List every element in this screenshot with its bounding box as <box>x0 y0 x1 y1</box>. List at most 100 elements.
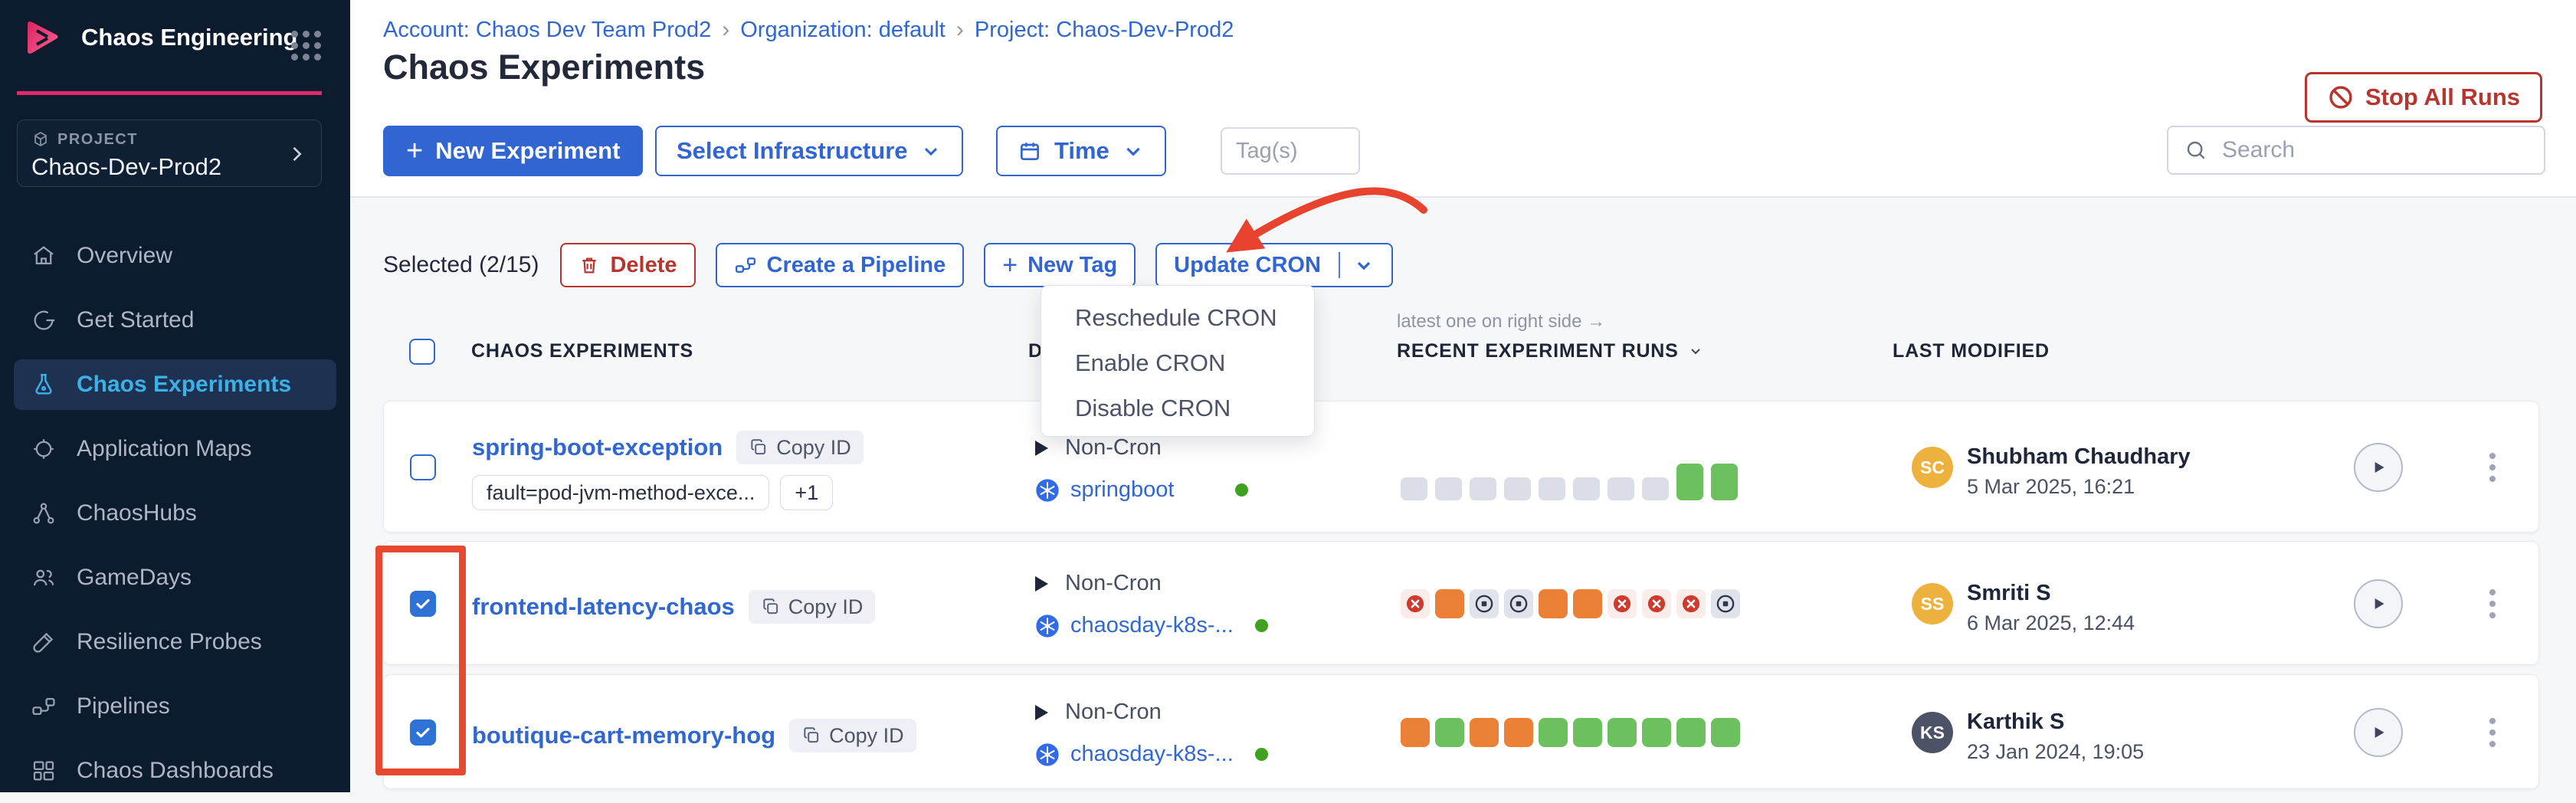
sidebar-item-get-started[interactable]: Get Started <box>0 288 350 352</box>
infrastructure-link[interactable]: chaosday-k8s-... <box>1070 742 1234 767</box>
tag-more-pill[interactable]: +1 <box>780 475 833 510</box>
run-status-running[interactable] <box>1504 718 1533 747</box>
run-status-completed[interactable] <box>1642 718 1671 747</box>
sidebar-item-application-maps[interactable]: Application Maps <box>0 417 350 481</box>
run-status-running[interactable] <box>1401 718 1430 747</box>
run-status-stopped[interactable] <box>1470 589 1499 618</box>
play-icon <box>2368 723 2388 742</box>
new-experiment-button[interactable]: + New Experiment <box>383 126 643 176</box>
run-status-none[interactable] <box>1573 477 1600 500</box>
run-status-none[interactable] <box>1504 477 1531 500</box>
expand-triangle-icon[interactable] <box>1035 576 1048 592</box>
run-status-none[interactable] <box>1608 477 1634 500</box>
chevron-down-icon[interactable] <box>1686 342 1705 360</box>
breadcrumb-project-link[interactable]: Project: Chaos-Dev-Prod2 <box>975 18 1234 43</box>
delete-button[interactable]: Delete <box>560 243 695 287</box>
tag-pill[interactable]: fault=pod-jvm-method-exce... <box>472 475 769 510</box>
sidebar-item-chaoshubs[interactable]: ChaosHubs <box>0 481 350 546</box>
expand-triangle-icon[interactable] <box>1035 441 1048 456</box>
run-status-none[interactable] <box>1435 477 1462 500</box>
sidebar-item-chaos-dashboards[interactable]: Chaos Dashboards <box>0 739 350 803</box>
experiment-name-link[interactable]: frontend-latency-chaos <box>472 593 735 621</box>
run-status-completed[interactable] <box>1711 718 1740 747</box>
select-all-checkbox[interactable] <box>409 339 435 365</box>
sidebar-item-chaos-experiments[interactable]: Chaos Experiments <box>14 359 336 410</box>
run-status-running[interactable] <box>1573 589 1602 618</box>
stop-all-runs-button[interactable]: Stop All Runs <box>2305 72 2542 123</box>
delete-label: Delete <box>610 253 677 278</box>
run-status-failed[interactable] <box>1676 589 1706 618</box>
run-status-completed[interactable] <box>1711 464 1738 500</box>
get-started-icon <box>31 307 57 333</box>
experiment-name-link[interactable]: spring-boot-exception <box>472 434 723 461</box>
run-status-running[interactable] <box>1539 589 1568 618</box>
menu-item-reschedule-cron[interactable]: Reschedule CRON <box>1075 303 1277 333</box>
tags-filter-input[interactable] <box>1221 127 1360 175</box>
run-status-none[interactable] <box>1642 477 1669 500</box>
search-icon <box>2184 138 2208 162</box>
button-divider <box>1339 252 1340 278</box>
menu-item-disable-cron[interactable]: Disable CRON <box>1075 393 1231 424</box>
run-status-failed[interactable] <box>1608 589 1637 618</box>
pipeline-icon <box>31 693 57 719</box>
run-experiment-button[interactable] <box>2354 443 2403 492</box>
page-title: Chaos Experiments <box>383 48 705 87</box>
experiment-name-link[interactable]: boutique-cart-memory-hog <box>472 722 775 749</box>
run-status-failed[interactable] <box>1401 589 1430 618</box>
run-status-none[interactable] <box>1470 477 1496 500</box>
run-status-completed[interactable] <box>1573 718 1602 747</box>
sidebar-item-pipelines[interactable]: Pipelines <box>0 674 350 739</box>
create-pipeline-button[interactable]: Create a Pipeline <box>716 243 965 287</box>
infrastructure-link[interactable]: chaosday-k8s-... <box>1070 613 1234 638</box>
project-selector[interactable]: PROJECT Chaos-Dev-Prod2 <box>17 120 322 187</box>
row-menu-button[interactable] <box>2476 708 2509 757</box>
search-input[interactable] <box>2220 136 2528 164</box>
sidebar-item-gamedays[interactable]: GameDays <box>0 546 350 610</box>
copy-id-button[interactable]: Copy ID <box>789 719 916 752</box>
run-status-none[interactable] <box>1539 477 1565 500</box>
run-status-completed[interactable] <box>1435 718 1464 747</box>
row-menu-button[interactable] <box>2476 443 2509 492</box>
sidebar-item-resilience-probes[interactable]: Resilience Probes <box>0 610 350 674</box>
time-filter-dropdown[interactable]: Time <box>996 126 1166 176</box>
chevron-down-icon[interactable] <box>1353 254 1375 276</box>
column-header-recent-runs[interactable]: RECENT EXPERIMENT RUNS <box>1397 340 1705 362</box>
infrastructure-link[interactable]: springboot <box>1070 477 1174 503</box>
run-experiment-button[interactable] <box>2354 579 2403 628</box>
runs-order-hint: latest one on right side → <box>1397 311 1605 333</box>
row-checkbox[interactable] <box>410 454 436 480</box>
avatar: SS <box>1912 583 1953 624</box>
select-infrastructure-dropdown[interactable]: Select Infrastructure <box>655 126 963 176</box>
plus-icon: + <box>1002 251 1018 280</box>
expand-triangle-icon[interactable] <box>1035 705 1048 720</box>
run-status-completed[interactable] <box>1676 464 1703 500</box>
module-grid-icon[interactable] <box>291 31 321 61</box>
row-menu-button[interactable] <box>2476 579 2509 628</box>
update-cron-menu: Reschedule CRON Enable CRON Disable CRON <box>1041 285 1315 437</box>
breadcrumb-account-link[interactable]: Account: Chaos Dev Team Prod2 <box>383 18 711 43</box>
copy-id-button[interactable]: Copy ID <box>736 431 864 464</box>
run-experiment-button[interactable] <box>2354 708 2403 757</box>
run-status-running[interactable] <box>1435 589 1464 618</box>
run-status-running[interactable] <box>1470 718 1499 747</box>
column-header-experiments[interactable]: CHAOS EXPERIMENTS <box>471 340 693 362</box>
row-checkbox[interactable] <box>410 719 436 746</box>
row-checkbox[interactable] <box>410 591 436 617</box>
run-status-completed[interactable] <box>1608 718 1637 747</box>
schedule-type-label: Non-Cron <box>1065 700 1162 725</box>
copy-id-button[interactable]: Copy ID <box>749 590 876 624</box>
run-status-completed[interactable] <box>1539 718 1568 747</box>
breadcrumb-org-link[interactable]: Organization: default <box>740 18 946 43</box>
run-status-none[interactable] <box>1401 477 1427 500</box>
sidebar-item-overview[interactable]: Overview <box>0 224 350 288</box>
sidebar-item-label: Pipelines <box>77 693 170 719</box>
run-status-failed[interactable] <box>1642 589 1671 618</box>
run-status-completed[interactable] <box>1676 718 1706 747</box>
column-header-last-modified[interactable]: LAST MODIFIED <box>1893 340 2050 362</box>
run-status-stopped[interactable] <box>1504 589 1533 618</box>
new-tag-button[interactable]: + New Tag <box>984 243 1136 287</box>
kubernetes-icon <box>1035 478 1060 503</box>
run-status-stopped[interactable] <box>1711 589 1740 618</box>
update-cron-button[interactable]: Update CRON <box>1155 243 1393 287</box>
menu-item-enable-cron[interactable]: Enable CRON <box>1075 348 1225 379</box>
